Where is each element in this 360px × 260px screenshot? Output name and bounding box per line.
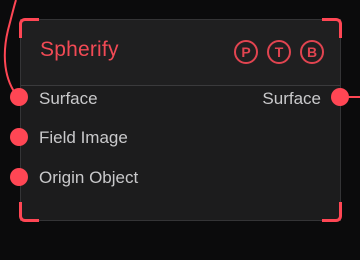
preview-flag-button[interactable]: P — [234, 40, 258, 64]
input-label-field-image: Field Image — [39, 128, 128, 147]
corner-bracket-bottom-left — [19, 202, 39, 222]
spherify-node[interactable]: Spherify P T B Surface Field Image Origi… — [19, 18, 342, 222]
input-socket-field-image[interactable] — [10, 128, 28, 146]
input-label-origin-object: Origin Object — [39, 168, 139, 187]
node-graph-canvas[interactable]: Spherify P T B Surface Field Image Origi… — [0, 0, 360, 260]
bypass-flag-button[interactable]: B — [300, 40, 324, 64]
output-socket-surface[interactable] — [331, 88, 349, 106]
corner-bracket-top-right — [322, 18, 342, 38]
corner-bracket-bottom-right — [322, 202, 342, 222]
input-socket-surface[interactable] — [10, 88, 28, 106]
incoming-wire[interactable] — [3, 0, 19, 98]
node-title: Spherify — [40, 38, 119, 61]
input-label-surface: Surface — [39, 89, 98, 108]
input-socket-origin-object[interactable] — [10, 168, 28, 186]
output-label-surface: Surface — [262, 89, 321, 108]
node-header[interactable]: Spherify P T B — [21, 20, 340, 86]
template-flag-button[interactable]: T — [267, 40, 291, 64]
corner-bracket-top-left — [19, 18, 39, 38]
